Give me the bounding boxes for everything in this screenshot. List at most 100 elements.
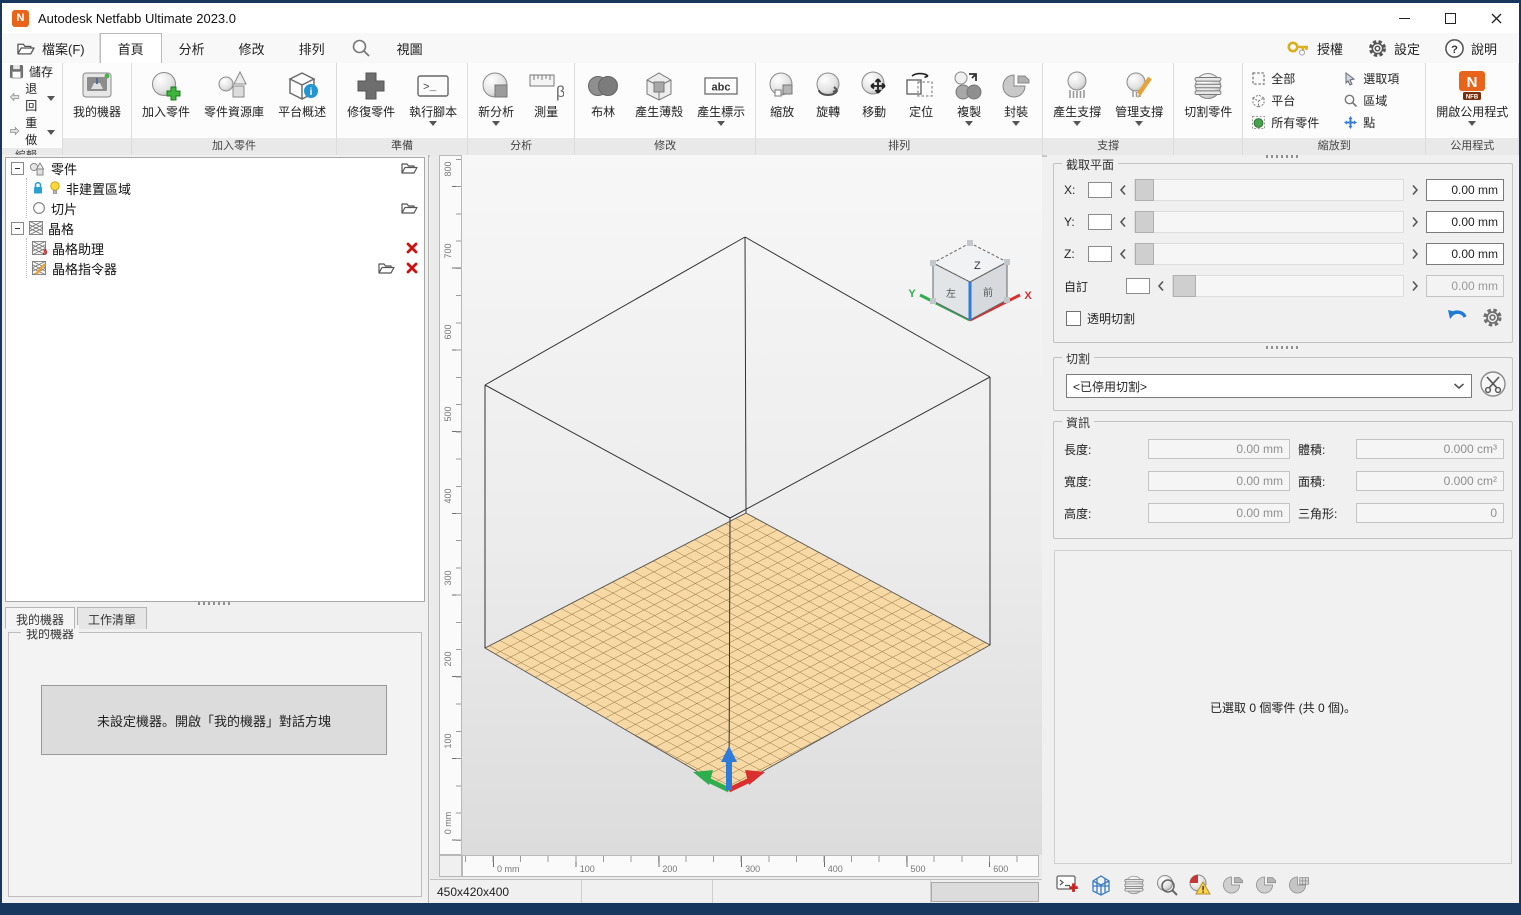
position-button[interactable]: 定位	[898, 65, 944, 138]
manage-support-dropdown-icon[interactable]	[1135, 121, 1143, 126]
open-folder-icon[interactable]	[401, 161, 418, 175]
x-plane-value[interactable]	[1426, 179, 1504, 201]
pack-grid-button[interactable]	[1285, 871, 1313, 899]
create-label-dropdown-icon[interactable]	[717, 121, 725, 126]
slider-thumb[interactable]	[1135, 211, 1154, 233]
inspect-view-button[interactable]	[1153, 871, 1181, 899]
tree-item-lattice-commander[interactable]: 晶格指令器	[27, 258, 424, 278]
x-plane-slider[interactable]	[1134, 179, 1404, 201]
maximize-button[interactable]	[1427, 3, 1473, 33]
z-plane-checkbox[interactable]	[1088, 246, 1112, 262]
new-analysis-button[interactable]: 新分析	[472, 65, 520, 138]
x-plane-checkbox[interactable]	[1088, 182, 1112, 198]
slider-left-arrow[interactable]	[1118, 248, 1128, 260]
tree-item-lattice[interactable]: 晶格	[6, 218, 424, 238]
pack-dropdown-icon[interactable]	[1012, 121, 1020, 126]
pack-toggle-button-2[interactable]	[1252, 871, 1280, 899]
run-scripts-dropdown-icon[interactable]	[429, 121, 437, 126]
new-analysis-dropdown-icon[interactable]	[492, 121, 500, 126]
repair-part-button[interactable]: 修復零件	[341, 65, 401, 138]
slice-view-button[interactable]	[1120, 871, 1148, 899]
move-button[interactable]: 移動	[852, 65, 896, 138]
create-support-button[interactable]: 產生支撐	[1047, 65, 1107, 138]
tab-arrange[interactable]: 排列	[282, 33, 342, 63]
transparent-cut-toggle[interactable]: 透明切割	[1066, 310, 1135, 327]
tab-analysis[interactable]: 分析	[162, 33, 222, 63]
zoom-platform-button[interactable]: 平台	[1251, 90, 1343, 112]
redo-dropdown-icon[interactable]	[47, 130, 55, 135]
panel-splitter[interactable]	[2, 600, 428, 607]
save-button[interactable]: 儲存	[2, 63, 62, 80]
cut-mode-dropdown[interactable]: <已停用切割>	[1066, 374, 1472, 398]
reset-clip-button[interactable]	[1446, 308, 1468, 328]
minimize-button[interactable]	[1381, 3, 1427, 33]
create-shell-button[interactable]: 產生薄殼	[629, 65, 689, 138]
slider-right-arrow[interactable]	[1410, 248, 1420, 260]
boolean-button[interactable]: 布林	[579, 65, 627, 138]
panel-splitter[interactable]	[1047, 344, 1519, 351]
slider-thumb[interactable]	[1173, 275, 1196, 297]
new-script-button[interactable]	[1054, 871, 1082, 899]
transparent-cut-checkbox[interactable]	[1066, 311, 1081, 326]
open-utilities-dropdown-icon[interactable]	[1468, 121, 1476, 126]
undo-dropdown-icon[interactable]	[47, 96, 55, 101]
slider-left-arrow[interactable]	[1118, 184, 1128, 196]
slider-right-arrow[interactable]	[1410, 184, 1420, 196]
clip-settings-button[interactable]	[1481, 306, 1504, 329]
delete-icon[interactable]	[406, 262, 418, 274]
my-machines-button[interactable]: 我的機器	[67, 65, 127, 138]
open-folder-icon[interactable]	[401, 201, 418, 215]
slider-thumb[interactable]	[1135, 179, 1154, 201]
tab-my-machines[interactable]: 我的機器	[5, 607, 75, 629]
slider-left-arrow[interactable]	[1118, 216, 1128, 228]
y-plane-checkbox[interactable]	[1088, 214, 1112, 230]
scene-canvas[interactable]: Z 左 前 Y X	[462, 155, 1042, 855]
rotate-button[interactable]: 旋轉	[806, 65, 850, 138]
tree-item-lattice-assistant[interactable]: A 晶格助理	[27, 238, 424, 258]
license-button[interactable]: 授權	[1279, 39, 1351, 58]
slider-left-arrow[interactable]	[1156, 280, 1166, 292]
search-button[interactable]	[342, 33, 380, 63]
part-library-button[interactable]: 零件資源庫	[198, 65, 270, 138]
slider-right-arrow[interactable]	[1410, 216, 1420, 228]
z-plane-value[interactable]	[1426, 243, 1504, 265]
slider-right-arrow[interactable]	[1410, 280, 1420, 292]
pack-button[interactable]: 封裝	[994, 65, 1038, 138]
view-cube[interactable]: Z 左 前 Y X	[908, 240, 1032, 320]
redo-button[interactable]: 重做	[2, 114, 62, 148]
scale-button[interactable]: 縮放	[760, 65, 804, 138]
undo-button[interactable]: 退回	[2, 80, 62, 114]
custom-plane-slider[interactable]	[1172, 275, 1404, 297]
y-plane-slider[interactable]	[1134, 211, 1404, 233]
tree-item-slices[interactable]: 切片	[27, 198, 424, 218]
tab-modify[interactable]: 修改	[222, 33, 282, 63]
duplicate-button[interactable]: 複製	[946, 65, 992, 138]
close-button[interactable]	[1473, 3, 1519, 33]
visibility-bulb-icon[interactable]	[49, 181, 61, 195]
tab-view[interactable]: 視圖	[380, 33, 440, 63]
lattice-view-button[interactable]	[1087, 871, 1115, 899]
tab-job-list[interactable]: 工作清單	[77, 607, 147, 629]
pack-toggle-button-1[interactable]	[1219, 871, 1247, 899]
collapse-toggle[interactable]	[11, 162, 24, 175]
open-utilities-button[interactable]: N NFB 開啟公用程式	[1430, 65, 1514, 138]
zoom-all-parts-button[interactable]: 所有零件	[1251, 112, 1343, 134]
custom-plane-checkbox[interactable]	[1126, 278, 1150, 294]
open-folder-icon[interactable]	[378, 261, 395, 275]
file-menu-button[interactable]: 檔案(F)	[2, 33, 100, 63]
help-button[interactable]: ? 說明	[1436, 38, 1505, 59]
slider-thumb[interactable]	[1135, 243, 1154, 265]
cut-parts-button[interactable]: 切割零件	[1178, 65, 1238, 138]
duplicate-dropdown-icon[interactable]	[965, 121, 973, 126]
repair-warning-button[interactable]	[1186, 871, 1214, 899]
tree-item-parts[interactable]: 零件	[6, 158, 424, 178]
create-label-button[interactable]: abc 產生標示	[691, 65, 751, 138]
create-support-dropdown-icon[interactable]	[1073, 121, 1081, 126]
manage-support-button[interactable]: 管理支撐	[1109, 65, 1169, 138]
zoom-point-button[interactable]: 點	[1343, 112, 1417, 134]
y-plane-value[interactable]	[1426, 211, 1504, 233]
z-plane-slider[interactable]	[1134, 243, 1404, 265]
run-scripts-button[interactable]: >_ 執行腳本	[403, 65, 463, 138]
lock-icon[interactable]	[32, 181, 44, 195]
platform-overview-button[interactable]: i 平台概述	[272, 65, 332, 138]
